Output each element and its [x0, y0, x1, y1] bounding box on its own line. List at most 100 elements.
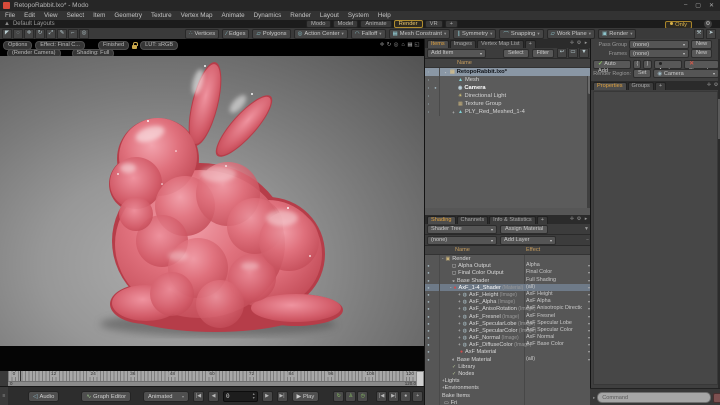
render-dot-icon[interactable] [432, 92, 439, 100]
menu-render[interactable]: Render [290, 12, 311, 19]
add-item-dropdown[interactable]: Add Item▾ [427, 49, 486, 58]
visibility-dot-icon[interactable]: • [425, 108, 432, 116]
shading-tab-channels[interactable]: Channels [457, 216, 489, 224]
pass-group-new-button[interactable]: New [691, 40, 712, 49]
visibility-dot-icon[interactable] [425, 255, 432, 262]
item-row-retoporabbit-lxo[interactable]: •-▤RetopoRabbit.lxo* [425, 68, 591, 76]
shader-row-axf-specularcolor[interactable]: ●+◍AxF_SpecularColor (Image)AxF Specular… [425, 327, 591, 334]
render-region-set-button[interactable]: Set [633, 69, 651, 78]
filter-button[interactable]: Filter [532, 49, 554, 58]
expander-icon[interactable]: + [458, 335, 461, 340]
grid-icon[interactable]: ▦ [407, 42, 413, 50]
pin-icon[interactable]: ✛ [569, 40, 575, 46]
toolbar-symmetry-button[interactable]: ∥Symmetry▾ [453, 29, 496, 39]
go-start-icon[interactable]: |◀ [193, 391, 204, 402]
menu-select[interactable]: Select [67, 12, 85, 19]
menu-animate[interactable]: Animate [222, 12, 245, 19]
visibility-dot-icon[interactable]: ● [425, 313, 432, 320]
key-add-icon[interactable]: + [412, 391, 423, 402]
shader-effect-column[interactable]: Effect [526, 247, 540, 253]
render-camera-dropdown[interactable]: ◉ Camera▾ [653, 69, 719, 78]
shader-row-axf-specularlobe[interactable]: ●+◍AxF_SpecularLobe (Image)AxF Specular … [425, 320, 591, 327]
item-row-directional-light[interactable]: •☀Directional Light [425, 92, 591, 100]
expander-icon[interactable]: + [458, 321, 461, 326]
shader-row-lights[interactable]: +Lights [425, 377, 591, 384]
visibility-dot-icon[interactable] [425, 384, 432, 391]
gear-icon[interactable]: ⚙ [576, 40, 582, 46]
menu-view[interactable]: View [44, 12, 58, 19]
frame-input[interactable] [224, 393, 252, 400]
key-prev-button[interactable]: ⟨ [633, 60, 641, 69]
shader-row-axf-1-4-shader[interactable]: ●-●AxF_1-4_Shader (Material)(all)▾ [425, 284, 591, 291]
items-tab-items[interactable]: Items [427, 40, 449, 48]
shader-row-axf-diffusecolor[interactable]: ●+◍AxF_DiffuseColor (Image)AxF Base Colo… [425, 341, 591, 348]
shading-tab-info-statistics[interactable]: Info & Statistics [489, 216, 536, 224]
item-row-camera[interactable]: •●◉Camera [425, 84, 591, 92]
layer-effect[interactable]: AxF Base Color [526, 341, 564, 348]
add-layer-dropdown[interactable]: Add Layer▾ [500, 236, 556, 245]
menu-edit[interactable]: Edit [24, 12, 35, 19]
item-row-texture-group[interactable]: •▦Texture Group [425, 100, 591, 108]
shader-row-library[interactable]: ✓Library [425, 363, 591, 370]
shader-row-base-material[interactable]: ●◐Base Material(all)▾ [425, 356, 591, 363]
render-dot-icon[interactable] [432, 76, 439, 84]
shader-row-render[interactable]: -▣Render [425, 255, 591, 262]
visibility-dot-icon[interactable]: ● [425, 298, 432, 305]
visibility-dot-icon[interactable]: ● [425, 284, 432, 291]
toolbar-mesh-constraint-button[interactable]: ▦Mesh Constraint▾ [389, 29, 451, 39]
visibility-dot-icon[interactable]: • [425, 92, 432, 100]
layer-effect[interactable]: (all) [526, 284, 535, 291]
character-icon[interactable]: ♙ [345, 391, 356, 402]
lasso-icon[interactable]: ◌ [13, 29, 23, 39]
menu-dynamics[interactable]: Dynamics [254, 12, 282, 19]
minimize-button[interactable]: – [684, 2, 687, 9]
shader-row-axf-alpha[interactable]: ●+◍AxF_Alpha (Image)AxF Alpha▾ [425, 298, 591, 305]
frames-new-button[interactable]: New [691, 49, 712, 58]
items-tab-item[interactable]: + [525, 40, 536, 48]
gear-icon[interactable]: ⚙ [576, 216, 582, 222]
visibility-dot-icon[interactable]: • [425, 100, 432, 108]
select-arrow-icon[interactable]: ◤ [2, 29, 12, 39]
layout-tab-animate[interactable]: Animate [360, 20, 391, 28]
move-icon[interactable]: ✛ [24, 29, 34, 39]
magnifier-icon[interactable]: ◎ [79, 29, 89, 39]
render-dot-icon[interactable] [432, 108, 439, 116]
layout-tab-vr[interactable]: VR [425, 20, 443, 28]
shader-row-axf-material[interactable]: ●●AxF Material▾ [425, 348, 591, 355]
prev-key-icon[interactable]: |◀ [376, 391, 387, 402]
layer-effect[interactable]: AxF Anisotropic Directio... [526, 305, 582, 312]
pan-icon[interactable]: ✛ [379, 42, 385, 50]
layer-effect[interactable]: (all) [526, 356, 535, 363]
layout-tab-item[interactable]: + [445, 20, 458, 28]
shading-tab-item[interactable]: + [537, 216, 548, 224]
toolbar-snapping-button[interactable]: ⌒Snapping▾ [499, 29, 543, 39]
view-dropdown[interactable]: Shader Tree▾ [427, 225, 497, 234]
expander-icon[interactable]: - [442, 256, 444, 261]
visibility-dot-icon[interactable] [425, 370, 432, 377]
play-button[interactable]: ▶Play [292, 391, 320, 402]
toolbar-action-center-button[interactable]: ◎Action Center▾ [294, 29, 348, 39]
layout-gear-icon[interactable]: ⚙ [704, 20, 712, 28]
apply-button[interactable]: Apply [654, 60, 683, 69]
current-frame-field[interactable]: ▲▼ [223, 391, 257, 402]
shader-name-column[interactable]: Name [455, 247, 470, 253]
visibility-dot-icon[interactable]: ● [425, 327, 432, 334]
visibility-dot-icon[interactable]: • [425, 68, 432, 76]
menu-system[interactable]: System [348, 12, 369, 19]
home-icon[interactable]: ⌂ [400, 42, 406, 50]
visibility-dot-icon[interactable]: ● [425, 262, 432, 269]
visibility-dot-icon[interactable]: ● [425, 320, 432, 327]
visibility-dot-icon[interactable] [425, 399, 432, 405]
frame-spinner[interactable]: ▲▼ [252, 393, 256, 400]
next-frame-icon[interactable]: ▶ [262, 391, 273, 402]
shader-filter-icon[interactable]: ▼ [584, 226, 589, 232]
funnel-icon[interactable]: ▼ [579, 48, 589, 58]
toolbar-edges-button[interactable]: ∕Edges [222, 29, 249, 39]
visibility-dot-icon[interactable]: ● [425, 291, 432, 298]
lock-icon[interactable] [132, 45, 137, 49]
rotate-icon[interactable]: ↻ [35, 29, 45, 39]
menu-vertex-map[interactable]: Vertex Map [181, 12, 213, 19]
collapse-icon[interactable]: − [586, 237, 589, 243]
menu-texture[interactable]: Texture [151, 12, 172, 19]
items-tab-images[interactable]: Images [450, 40, 476, 48]
